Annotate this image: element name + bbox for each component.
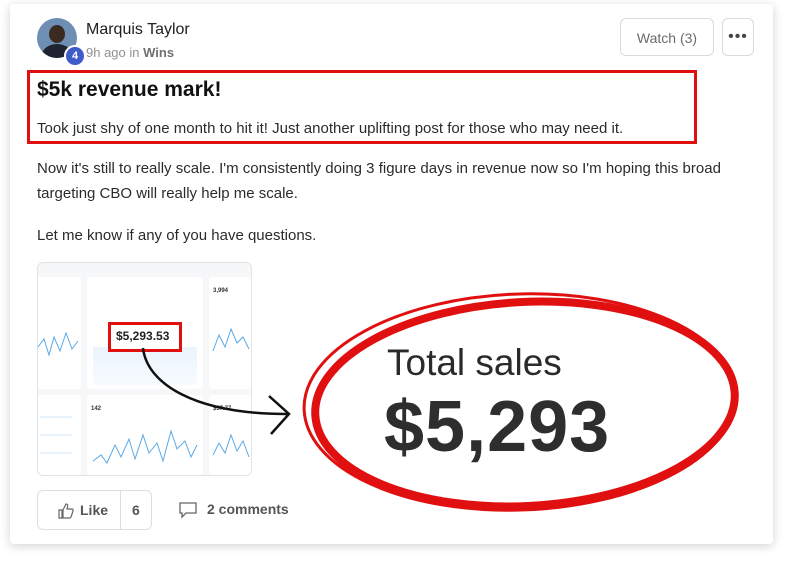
comment-icon[interactable]	[178, 501, 198, 519]
watch-button[interactable]: Watch (3)	[620, 18, 714, 56]
dashboard-tile	[38, 277, 81, 389]
post-meta: 9h ago in Wins	[86, 45, 174, 60]
like-count: 6	[132, 502, 140, 518]
post-paragraph: Now it's still to really scale. I'm cons…	[37, 160, 721, 202]
dashboard-tile	[38, 395, 81, 475]
level-badge: 4	[64, 45, 86, 67]
dashboard-sales-value: $5,293.53	[116, 329, 170, 343]
total-sales-label: Total sales	[387, 342, 562, 383]
thumbs-up-icon	[58, 503, 74, 519]
post-paragraph: Let me know if any of you have questions…	[37, 227, 317, 244]
post-title: $5k revenue mark!	[37, 78, 222, 101]
arrow-annotation	[141, 347, 291, 435]
comments-link[interactable]: 2 comments	[207, 501, 289, 517]
post-lead: Took just shy of one month to hit it! Ju…	[37, 120, 624, 137]
more-options-button[interactable]: •••	[722, 18, 754, 56]
post-in: in	[129, 45, 140, 60]
like-button[interactable]: Like 6	[37, 490, 152, 530]
like-label: Like	[80, 502, 109, 518]
post-card: 4 Marquis Taylor 9h ago in Wins Watch (3…	[10, 4, 773, 544]
author-name[interactable]: Marquis Taylor	[86, 21, 190, 39]
post-category[interactable]: Wins	[143, 45, 174, 60]
post-time: 9h ago	[86, 45, 126, 60]
total-sales-value: $5,293	[384, 387, 611, 467]
